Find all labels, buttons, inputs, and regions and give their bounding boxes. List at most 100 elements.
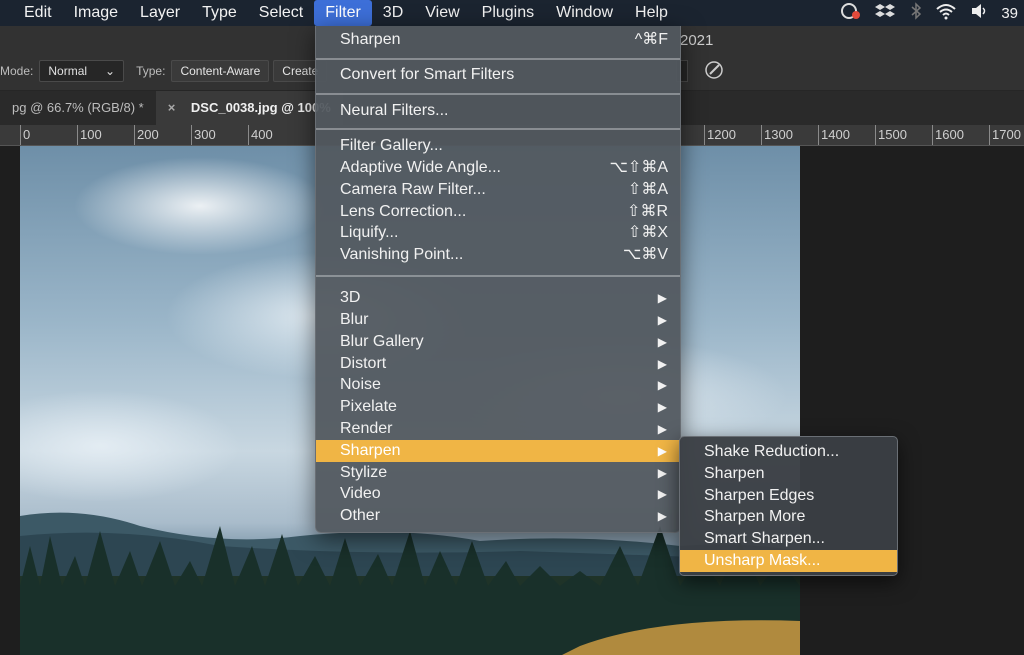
submenu-item-shake-reduction[interactable]: Shake Reduction...	[680, 441, 897, 463]
menu-filter[interactable]: Filter	[314, 0, 372, 26]
submenu-item-unsharp-mask[interactable]: Unsharp Mask...	[680, 550, 897, 572]
menu-item-stylize[interactable]: Stylize ▶	[316, 462, 680, 484]
wifi-icon[interactable]	[935, 2, 957, 24]
ruler-label: 100	[80, 127, 102, 142]
menu-item-label: Vanishing Point...	[340, 246, 464, 263]
menu-item-blur[interactable]: Blur ▶	[316, 309, 680, 331]
menu-item-camera-raw-filter[interactable]: Camera Raw Filter... ⇧⌘A	[316, 179, 680, 201]
submenu-item-sharpen-edges[interactable]: Sharpen Edges	[680, 485, 897, 507]
menu-item-label: Distort	[340, 355, 387, 372]
menu-item-label: Sharpen	[340, 442, 401, 459]
ruler-label: 200	[137, 127, 159, 142]
content-aware-button[interactable]: Content-Aware	[171, 60, 270, 82]
tab-document-1[interactable]: pg @ 66.7% (RGB/8) *	[0, 91, 156, 125]
menu-item-label: Noise	[340, 376, 381, 393]
chevron-right-icon: ▶	[657, 291, 667, 305]
menu-item-label: Video	[340, 485, 381, 502]
ruler-label: 1400	[821, 127, 850, 142]
status-area: 39	[840, 0, 1024, 26]
menu-plugins[interactable]: Plugins	[471, 0, 545, 26]
menu-item-label: Render	[340, 420, 393, 437]
menu-item-label: Filter Gallery...	[340, 137, 443, 154]
shortcut-label: ⇧⌘A	[627, 181, 668, 198]
menu-item-label: Stylize	[340, 464, 388, 481]
mode-value: Normal	[48, 64, 88, 78]
menu-item-vanishing-point[interactable]: Vanishing Point... ⌥⌘V	[316, 244, 680, 266]
menu-item-adaptive-wide-angle[interactable]: Adaptive Wide Angle... ⌥⇧⌘A	[316, 157, 680, 179]
menu-view[interactable]: View	[414, 0, 470, 26]
menu-item-filter-gallery[interactable]: Filter Gallery...	[316, 135, 680, 157]
menu-item-lens-correction[interactable]: Lens Correction... ⇧⌘R	[316, 201, 680, 223]
shortcut-label: ⇧⌘X	[627, 224, 668, 241]
close-icon[interactable]: ×	[168, 100, 176, 115]
creative-cloud-icon[interactable]	[840, 2, 862, 24]
menu-item-label: Camera Raw Filter...	[340, 181, 486, 198]
menu-help[interactable]: Help	[624, 0, 679, 26]
menu-item-label: Blur Gallery	[340, 333, 424, 350]
chevron-right-icon: ▶	[657, 444, 667, 458]
submenu-item-label: Sharpen	[704, 465, 765, 482]
menu-item-video[interactable]: Video ▶	[316, 483, 680, 505]
dropbox-icon[interactable]	[875, 2, 897, 24]
menu-item-label: Pixelate	[340, 398, 397, 415]
submenu-item-smart-sharpen[interactable]: Smart Sharpen...	[680, 528, 897, 550]
sharpen-submenu: Shake Reduction... Sharpen Sharpen Edges…	[679, 436, 898, 576]
menu-item-neural-filters[interactable]: Neural Filters...	[316, 100, 680, 122]
menu-item-label: 3D	[340, 289, 361, 306]
submenu-item-sharpen[interactable]: Sharpen	[680, 463, 897, 485]
menu-item-render[interactable]: Render ▶	[316, 418, 680, 440]
menu-item-noise[interactable]: Noise ▶	[316, 374, 680, 396]
menu-item-sharpen[interactable]: Sharpen ▶	[316, 440, 680, 462]
submenu-item-label: Sharpen More	[704, 508, 806, 525]
menu-item-liquify[interactable]: Liquify... ⇧⌘X	[316, 222, 680, 244]
ruler-label: 0	[23, 127, 31, 142]
menu-image[interactable]: Image	[63, 0, 129, 26]
mode-dropdown[interactable]: Normal ⌄	[39, 60, 125, 82]
menu-item-blur-gallery[interactable]: Blur Gallery ▶	[316, 331, 680, 353]
menu-item-other[interactable]: Other ▶	[316, 505, 680, 527]
volume-icon[interactable]	[970, 2, 988, 24]
shortcut-label: ⌥⇧⌘A	[609, 159, 668, 176]
menu-item-distort[interactable]: Distort ▶	[316, 353, 680, 375]
bluetooth-icon[interactable]	[910, 2, 922, 24]
menu-item-pixelate[interactable]: Pixelate ▶	[316, 396, 680, 418]
menu-select[interactable]: Select	[248, 0, 314, 26]
menu-item-3d[interactable]: 3D ▶	[316, 287, 680, 309]
submenu-item-sharpen-more[interactable]: Sharpen More	[680, 506, 897, 528]
menu-layer[interactable]: Layer	[129, 0, 191, 26]
menu-divider	[316, 93, 680, 95]
menu-edit[interactable]: Edit	[0, 0, 63, 26]
menu-item-label: Neural Filters...	[340, 102, 449, 119]
pressure-brush-icon[interactable]	[703, 59, 725, 81]
type-label: Type:	[136, 64, 166, 78]
shortcut-label: ^⌘F	[634, 31, 668, 48]
chevron-right-icon: ▶	[657, 422, 667, 436]
shortcut-label: ⌥⌘V	[622, 246, 668, 263]
submenu-item-label: Smart Sharpen...	[704, 530, 825, 547]
menu-type[interactable]: Type	[191, 0, 248, 26]
menu-item-label: Liquify...	[340, 224, 399, 241]
menu-item-sharpen-last[interactable]: Sharpen ^⌘F	[316, 29, 680, 51]
chevron-right-icon: ▶	[657, 378, 667, 392]
menu-item-label: Adaptive Wide Angle...	[340, 159, 501, 176]
menu-item-label: Sharpen	[340, 31, 401, 48]
menu-divider	[316, 275, 680, 277]
menu-item-label: Blur	[340, 311, 369, 328]
ruler-label: 400	[251, 127, 273, 142]
chevron-right-icon: ▶	[657, 466, 667, 480]
chevron-right-icon: ▶	[657, 509, 667, 523]
document-title: 2021	[680, 32, 714, 49]
chevron-right-icon: ▶	[657, 313, 667, 327]
ruler-label: 1500	[878, 127, 907, 142]
menu-divider	[316, 128, 680, 130]
tab-label: pg @ 66.7% (RGB/8) *	[12, 100, 144, 115]
menu-3d[interactable]: 3D	[372, 0, 414, 26]
battery-percent[interactable]: 39	[1001, 5, 1018, 22]
menu-divider	[316, 58, 680, 60]
chevron-right-icon: ▶	[657, 357, 667, 371]
menu-window[interactable]: Window	[545, 0, 624, 26]
chevron-right-icon: ▶	[657, 335, 667, 349]
menu-item-label: Convert for Smart Filters	[340, 66, 515, 83]
menu-bar: Edit Image Layer Type Select Filter 3D V…	[0, 0, 1024, 26]
menu-item-convert-smart-filters[interactable]: Convert for Smart Filters	[316, 64, 680, 86]
